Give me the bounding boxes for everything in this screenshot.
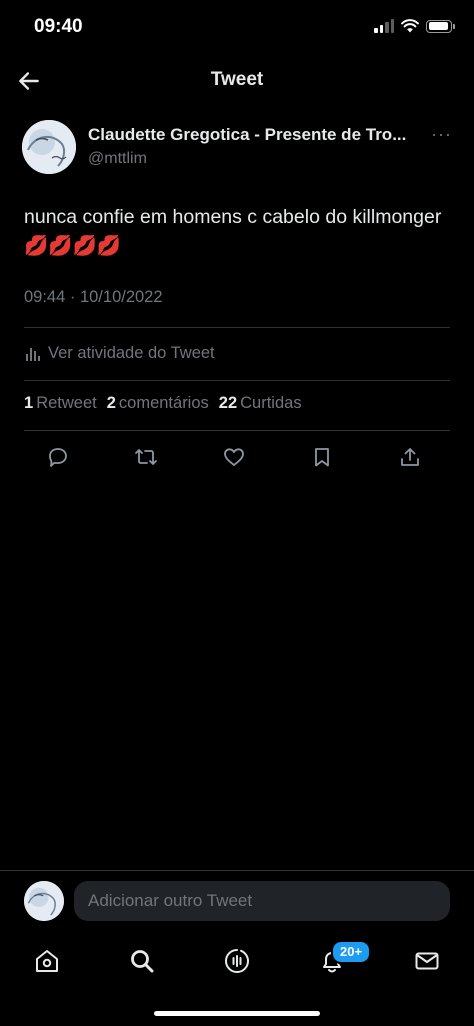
- status-icons: [374, 19, 455, 33]
- status-bar: 09:40: [0, 0, 474, 56]
- avatar[interactable]: [24, 881, 64, 921]
- share-button[interactable]: [396, 443, 424, 471]
- bookmark-button[interactable]: [308, 443, 336, 471]
- home-indicator[interactable]: [154, 1011, 320, 1016]
- more-horizontal-icon[interactable]: ···: [431, 124, 452, 145]
- cellular-signal-icon: [374, 19, 394, 33]
- bottom-tab-bar: [0, 936, 474, 986]
- tab-messages[interactable]: [412, 946, 442, 976]
- comment-count-label: comentários: [118, 394, 209, 412]
- divider: [24, 430, 450, 431]
- reply-button[interactable]: [44, 443, 72, 471]
- retweet-count-value: 1: [24, 394, 34, 412]
- view-activity-link[interactable]: Ver atividade do Tweet: [24, 340, 215, 366]
- tab-search[interactable]: [127, 946, 157, 976]
- user-handle[interactable]: @mttlim: [88, 150, 147, 168]
- divider: [24, 380, 450, 381]
- status-time: 09:40: [34, 16, 83, 37]
- tweet-actions: [44, 443, 424, 471]
- share-icon: [401, 448, 419, 466]
- retweet-button[interactable]: [132, 443, 160, 471]
- compose-reply-bar: Adicionar outro Tweet: [0, 870, 474, 933]
- wifi-icon: [401, 19, 419, 33]
- bar-chart-icon: [26, 348, 40, 361]
- tweet-stats: 1 Retweet 2 comentários 22 Curtidas: [24, 394, 302, 413]
- comment-count[interactable]: 2 comentários: [107, 394, 209, 413]
- display-name[interactable]: Claudette Gregotica - Presente de Tro...: [88, 125, 428, 145]
- retweet-count[interactable]: 1 Retweet: [24, 394, 97, 413]
- heart-icon: [224, 448, 244, 466]
- comment-icon: [49, 448, 67, 467]
- tab-home[interactable]: [32, 946, 62, 976]
- like-count-label: Curtidas: [240, 394, 302, 412]
- page-title: Tweet: [210, 69, 264, 90]
- like-count[interactable]: 22 Curtidas: [219, 394, 302, 413]
- tweet-text: nunca confie em homens c cabelo do killm…: [24, 206, 442, 257]
- view-activity-label: Ver atividade do Tweet: [48, 343, 215, 362]
- tweet-author: Claudette Gregotica - Presente de Tro...…: [22, 120, 462, 176]
- like-button[interactable]: [220, 443, 248, 471]
- nav-header: Tweet: [0, 56, 474, 106]
- bookmark-icon: [315, 448, 329, 467]
- divider: [24, 327, 450, 328]
- add-tweet-input[interactable]: Adicionar outro Tweet: [74, 881, 450, 921]
- tweet-timestamp[interactable]: 09:44 · 10/10/2022: [24, 288, 163, 307]
- spaces-icon: [225, 949, 249, 973]
- avatar[interactable]: [22, 120, 76, 174]
- search-icon: [131, 950, 154, 973]
- tab-spaces[interactable]: [222, 946, 252, 976]
- comment-count-value: 2: [106, 394, 116, 412]
- envelope-icon: [415, 952, 439, 970]
- retweet-count-label: Retweet: [36, 394, 97, 412]
- like-count-value: 22: [218, 394, 238, 412]
- home-icon: [36, 950, 58, 972]
- battery-icon: [426, 19, 455, 33]
- notifications-badge: 20+: [331, 940, 372, 964]
- retweet-icon: [135, 449, 157, 465]
